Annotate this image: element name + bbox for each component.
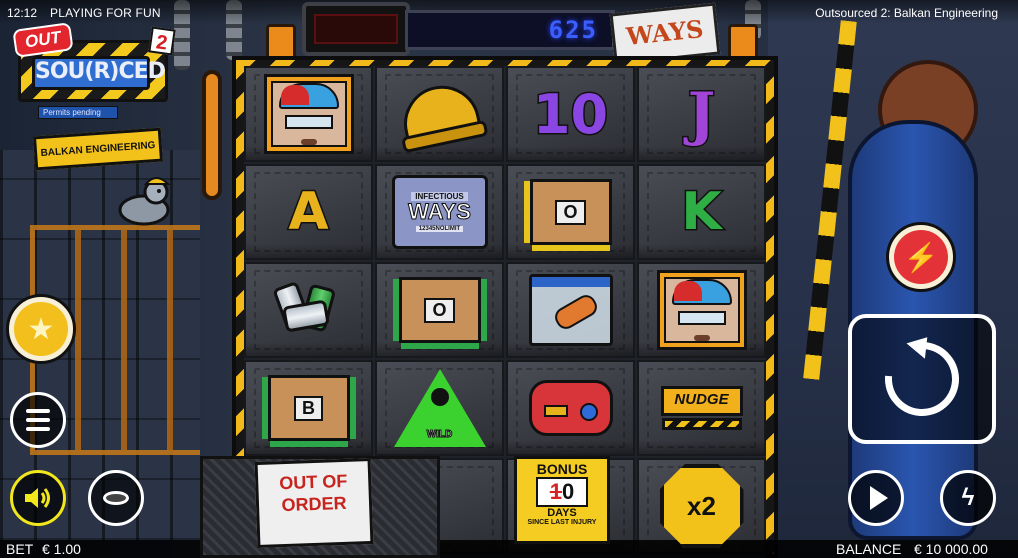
bet-value: € 1.00 (42, 541, 81, 557)
padlock-icon (728, 24, 758, 60)
worker-symbol (656, 270, 747, 350)
autoplay-button[interactable] (848, 470, 904, 526)
wild-label: WILD (426, 429, 453, 441)
pigeon-icon (118, 177, 171, 226)
reel-cell: INFECTIOUS WAYS 12345NOLIMIT (375, 164, 504, 260)
game-title: Outsourced 2: Balkan Engineering (815, 6, 998, 20)
lightning-icon: ⚡ (894, 230, 948, 284)
multiplier-symbol: x2 (659, 464, 744, 548)
balance-label: BALANCE (836, 541, 902, 557)
reel-cell: WILD (375, 360, 504, 456)
reel-cell: A (244, 164, 373, 260)
menu-button[interactable] (10, 392, 66, 448)
padlock-icon (266, 24, 296, 60)
evidence-bag-symbol (528, 274, 613, 346)
feature-buy-button[interactable]: ★ (6, 294, 76, 364)
reel-cell: O (375, 262, 504, 358)
xways-code: 12345NOLIMIT (415, 226, 464, 232)
reel-cell: O (506, 164, 635, 260)
menu-icon-line (26, 418, 50, 422)
nudge-bar (661, 418, 742, 430)
permits-caption: Permits pending (38, 106, 118, 119)
worker-symbol (263, 74, 354, 154)
bomb-icon (430, 388, 449, 406)
cans-symbol (269, 280, 349, 340)
lightning-icon: ϟ (961, 484, 975, 511)
balkan-sign-label: BALKAN ENGINEERING (40, 139, 156, 159)
bonus-days-counter: 10 (536, 477, 588, 507)
play-mode-label: PLAYING FOR FUN (50, 6, 161, 20)
box-symbol: B (267, 375, 350, 441)
game-logo: SOU(R)CED OUT 2 Permits pending (12, 22, 176, 119)
bonus-since: SINCE LAST INJURY (527, 519, 597, 526)
speaker-icon (25, 488, 50, 508)
reel-cell (244, 66, 373, 162)
box-tag: O (424, 297, 455, 323)
balance-value: € 10 000.00 (914, 541, 988, 557)
star-icon: ★ (14, 302, 68, 356)
box-symbol: O (529, 179, 612, 245)
bonus-digit: 0 (562, 479, 575, 504)
ways-meter: 625 (405, 10, 615, 50)
ways-count: 625 (548, 16, 598, 44)
bonus-title: BONUS (536, 461, 588, 477)
bet-settings-button[interactable] (88, 470, 144, 526)
k-symbol: K (680, 181, 723, 244)
bottom-bar: BET € 1.00 BALANCE € 10 000.00 (0, 540, 1018, 558)
logo-number: 2 (148, 26, 176, 56)
bonus-struck-digit: 1 (549, 479, 562, 504)
box-tag: O (555, 199, 586, 225)
reel-cell (637, 262, 766, 358)
hook-pulley (202, 70, 222, 200)
nudge-symbol: NUDGE (660, 386, 743, 416)
reel-cell: NUDGE (637, 360, 766, 456)
reel-cell (506, 262, 635, 358)
reel-cell: J (637, 66, 766, 162)
turbo-button[interactable]: ϟ (940, 470, 996, 526)
clock: 12:12 (7, 6, 38, 20)
reel-cell (244, 262, 373, 358)
box-tag: B (294, 395, 323, 421)
gamepad-symbol (528, 380, 613, 436)
bonus-days: DAYS (547, 507, 577, 519)
box-symbol: O (398, 277, 481, 343)
led-screen (314, 14, 398, 44)
menu-icon-line (26, 409, 50, 413)
spin-icon (869, 326, 975, 432)
led-panel (302, 2, 410, 56)
menu-icon-line (26, 427, 50, 431)
feature-button[interactable]: ⚡ (886, 222, 956, 292)
bonus-symbol: BONUS 10 DAYS SINCE LAST INJURY (514, 456, 610, 544)
sound-button[interactable] (10, 470, 66, 526)
reel-cell: 10 (506, 66, 635, 162)
spin-button[interactable] (848, 314, 996, 444)
a-symbol: A (287, 181, 330, 244)
reel-cell (506, 360, 635, 456)
j-symbol: J (686, 79, 717, 150)
bet-label: BET (6, 541, 34, 557)
out-of-order-sign: OUT OF ORDER (254, 458, 374, 548)
reel-cell: B (244, 360, 373, 456)
reel-cell: K (637, 164, 766, 260)
logo-sourced: SOU(R)CED (32, 56, 166, 90)
hardhat-symbol (396, 78, 483, 150)
xways-symbol: INFECTIOUS WAYS 12345NOLIMIT (391, 175, 488, 249)
play-icon (870, 486, 888, 510)
xways-main: WAYS (408, 199, 472, 224)
ten-symbol: 10 (531, 81, 609, 147)
coin-icon (103, 491, 129, 505)
reel-cell (375, 66, 504, 162)
